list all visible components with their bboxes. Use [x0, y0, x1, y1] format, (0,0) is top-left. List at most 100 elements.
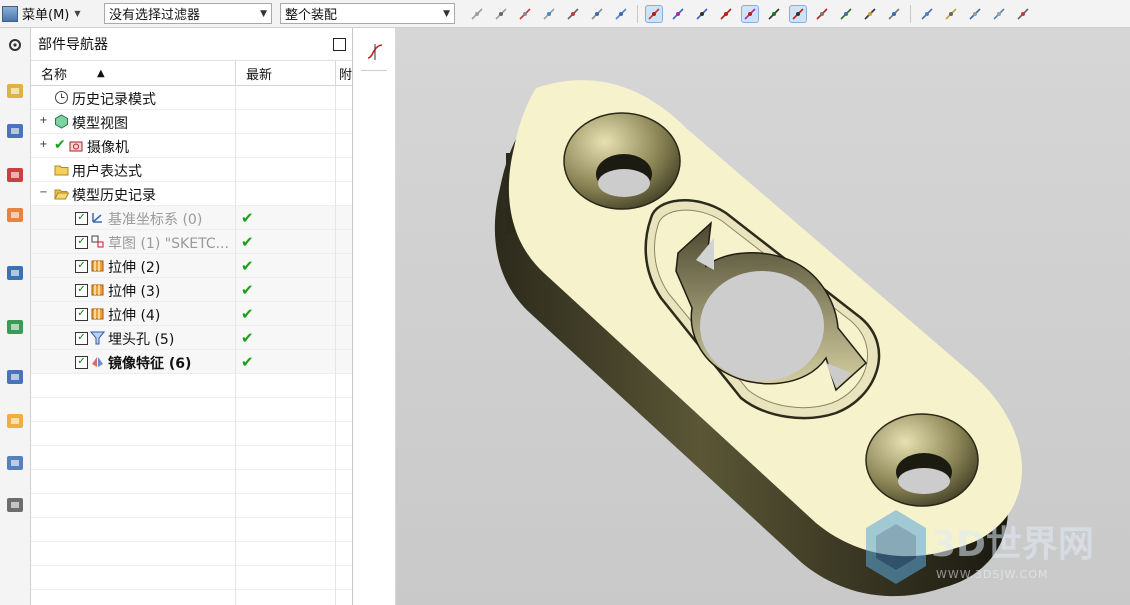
empty-row: [31, 470, 352, 494]
collapse-icon[interactable]: −: [39, 188, 48, 198]
center-icon[interactable]: [789, 5, 807, 23]
menu-label: 菜单(M): [22, 8, 70, 23]
empty-row: [31, 494, 352, 518]
column-header-latest[interactable]: 最新: [236, 61, 336, 85]
tree-row[interactable]: ✓ 拉伸 (2) ✔: [31, 254, 352, 278]
up-to-date-check-icon: ✔: [241, 209, 254, 227]
tree-row[interactable]: ✓ 草图 (1) "SKETC... ✔: [31, 230, 352, 254]
view-fit-icon[interactable]: [919, 6, 935, 22]
web-browser-icon[interactable]: [4, 262, 26, 284]
snap-icon[interactable]: [493, 6, 509, 22]
layout-icon[interactable]: [991, 6, 1007, 22]
tree-row[interactable]: 用户表达式: [31, 158, 352, 182]
expand-icon[interactable]: +: [39, 140, 48, 150]
curve-icon[interactable]: [718, 6, 734, 22]
viewport-side-strip: [353, 28, 396, 605]
chevron-down-icon: ▼: [443, 8, 450, 19]
tree-row[interactable]: − 模型历史记录: [31, 182, 352, 206]
quadrant-icon[interactable]: [814, 6, 830, 22]
selection-filter-dropdown[interactable]: 没有选择过滤器 ▼: [104, 3, 272, 24]
column-latest-label: 最新: [246, 67, 273, 83]
sort-ascending-icon: ▲: [97, 67, 105, 79]
assembly-navigator-icon[interactable]: [4, 80, 26, 102]
tree-row-label: 拉伸 (4): [108, 308, 161, 324]
maximize-icon[interactable]: [333, 37, 346, 51]
navigator-tree: 历史记录模式 + 模型视图 + ✔ 摄像机 用户表达式 − 模型历史记录 ✓ 基准坐标系 (0) ✔ ✓…: [31, 86, 352, 605]
tree-row[interactable]: ✓ 基准坐标系 (0) ✔: [31, 206, 352, 230]
move-icon[interactable]: [541, 6, 557, 22]
selection-scope-value: 整个装配: [285, 8, 338, 23]
up-to-date-check-icon: ✔: [241, 305, 254, 323]
selection-scope-dropdown[interactable]: 整个装配 ▼: [280, 3, 455, 24]
sketch-icon: [90, 234, 105, 249]
tree-row[interactable]: ✓ 拉伸 (4) ✔: [31, 302, 352, 326]
visibility-checkbox[interactable]: ✓: [75, 356, 88, 369]
grid-icon[interactable]: [886, 6, 902, 22]
toolbar-icon-group: [465, 3, 1035, 25]
column-header-extra[interactable]: 附: [336, 61, 352, 85]
up-to-date-check-icon: ✔: [241, 233, 254, 251]
endpoint-icon[interactable]: [645, 5, 663, 23]
rotate-icon[interactable]: [967, 6, 983, 22]
tree-row-label: 摄像机: [87, 140, 129, 156]
tree-row[interactable]: 历史记录模式: [31, 86, 352, 110]
curve-graph-icon[interactable]: [365, 42, 385, 62]
model-view-icon: [54, 114, 69, 129]
tree-row-label: 草图 (1) "SKETC...: [108, 236, 229, 252]
midpoint-icon[interactable]: [670, 6, 686, 22]
point-on-curve-icon[interactable]: [862, 6, 878, 22]
tree-row[interactable]: + ✔ 摄像机: [31, 134, 352, 158]
visibility-checkbox[interactable]: ✓: [75, 284, 88, 297]
tree-row-label: 基准坐标系 (0): [108, 212, 203, 228]
tree-row-label: 镜像特征 (6): [108, 356, 192, 372]
menu-button[interactable]: 菜单(M) ▼: [2, 3, 92, 24]
roles-icon[interactable]: [4, 494, 26, 516]
process-studio-icon[interactable]: [4, 410, 26, 432]
column-header-name[interactable]: 名称 ▲: [31, 61, 236, 85]
strip-divider: [361, 70, 387, 71]
control-point-icon[interactable]: [741, 5, 759, 23]
graphics-viewport[interactable]: 3D世界网 WWW.3DSJW.COM: [396, 28, 1130, 605]
visibility-checkbox[interactable]: ✓: [75, 260, 88, 273]
tree-row[interactable]: + 模型视图: [31, 110, 352, 134]
empty-row: [31, 422, 352, 446]
view-icon[interactable]: [943, 6, 959, 22]
part-navigator: 部件导航器 名称 ▲ 最新 附 历史记录模式 + 模型视图 + ✔ 摄像机 用户表达式 − 模型…: [31, 28, 353, 605]
up-to-date-check-icon: ✔: [241, 257, 254, 275]
camera-icon: [69, 138, 84, 153]
manikin-icon[interactable]: [4, 452, 26, 474]
tree-row[interactable]: ✓ 埋头孔 (5) ✔: [31, 326, 352, 350]
visibility-checkbox[interactable]: ✓: [75, 308, 88, 321]
watermark-text: 3D世界网: [931, 524, 1094, 565]
existing-point-icon[interactable]: [838, 6, 854, 22]
selection-filter-value: 没有选择过滤器: [109, 8, 201, 23]
empty-row: [31, 374, 352, 398]
point-icon[interactable]: [517, 6, 533, 22]
clock-icon: [54, 90, 69, 105]
tree-row[interactable]: ✓ 镜像特征 (6) ✔: [31, 350, 352, 374]
empty-row: [31, 590, 352, 605]
render-icon[interactable]: [1015, 6, 1031, 22]
part-model[interactable]: 3D世界网 WWW.3DSJW.COM: [396, 28, 1130, 605]
part-navigator-icon[interactable]: [4, 164, 26, 186]
gear-icon[interactable]: [4, 34, 26, 56]
system-materials-icon[interactable]: [4, 366, 26, 388]
column-name-label: 名称: [41, 67, 68, 83]
line-icon[interactable]: [694, 6, 710, 22]
empty-row: [31, 398, 352, 422]
constraint-navigator-icon[interactable]: [4, 120, 26, 142]
visibility-checkbox[interactable]: ✓: [75, 212, 88, 225]
visibility-checkbox[interactable]: ✓: [75, 332, 88, 345]
solid-icon[interactable]: [613, 6, 629, 22]
tree-row[interactable]: ✓ 拉伸 (3) ✔: [31, 278, 352, 302]
shaded-icon[interactable]: [589, 6, 605, 22]
visibility-checkbox[interactable]: ✓: [75, 236, 88, 249]
intersection-icon[interactable]: [766, 6, 782, 22]
box-select-icon[interactable]: [565, 6, 581, 22]
history-icon[interactable]: [4, 316, 26, 338]
expand-icon[interactable]: +: [39, 116, 48, 126]
tree-row-label: 历史记录模式: [72, 92, 156, 108]
extrude-icon: [90, 258, 105, 273]
select-icon[interactable]: [469, 6, 485, 22]
reuse-library-icon[interactable]: [4, 204, 26, 226]
